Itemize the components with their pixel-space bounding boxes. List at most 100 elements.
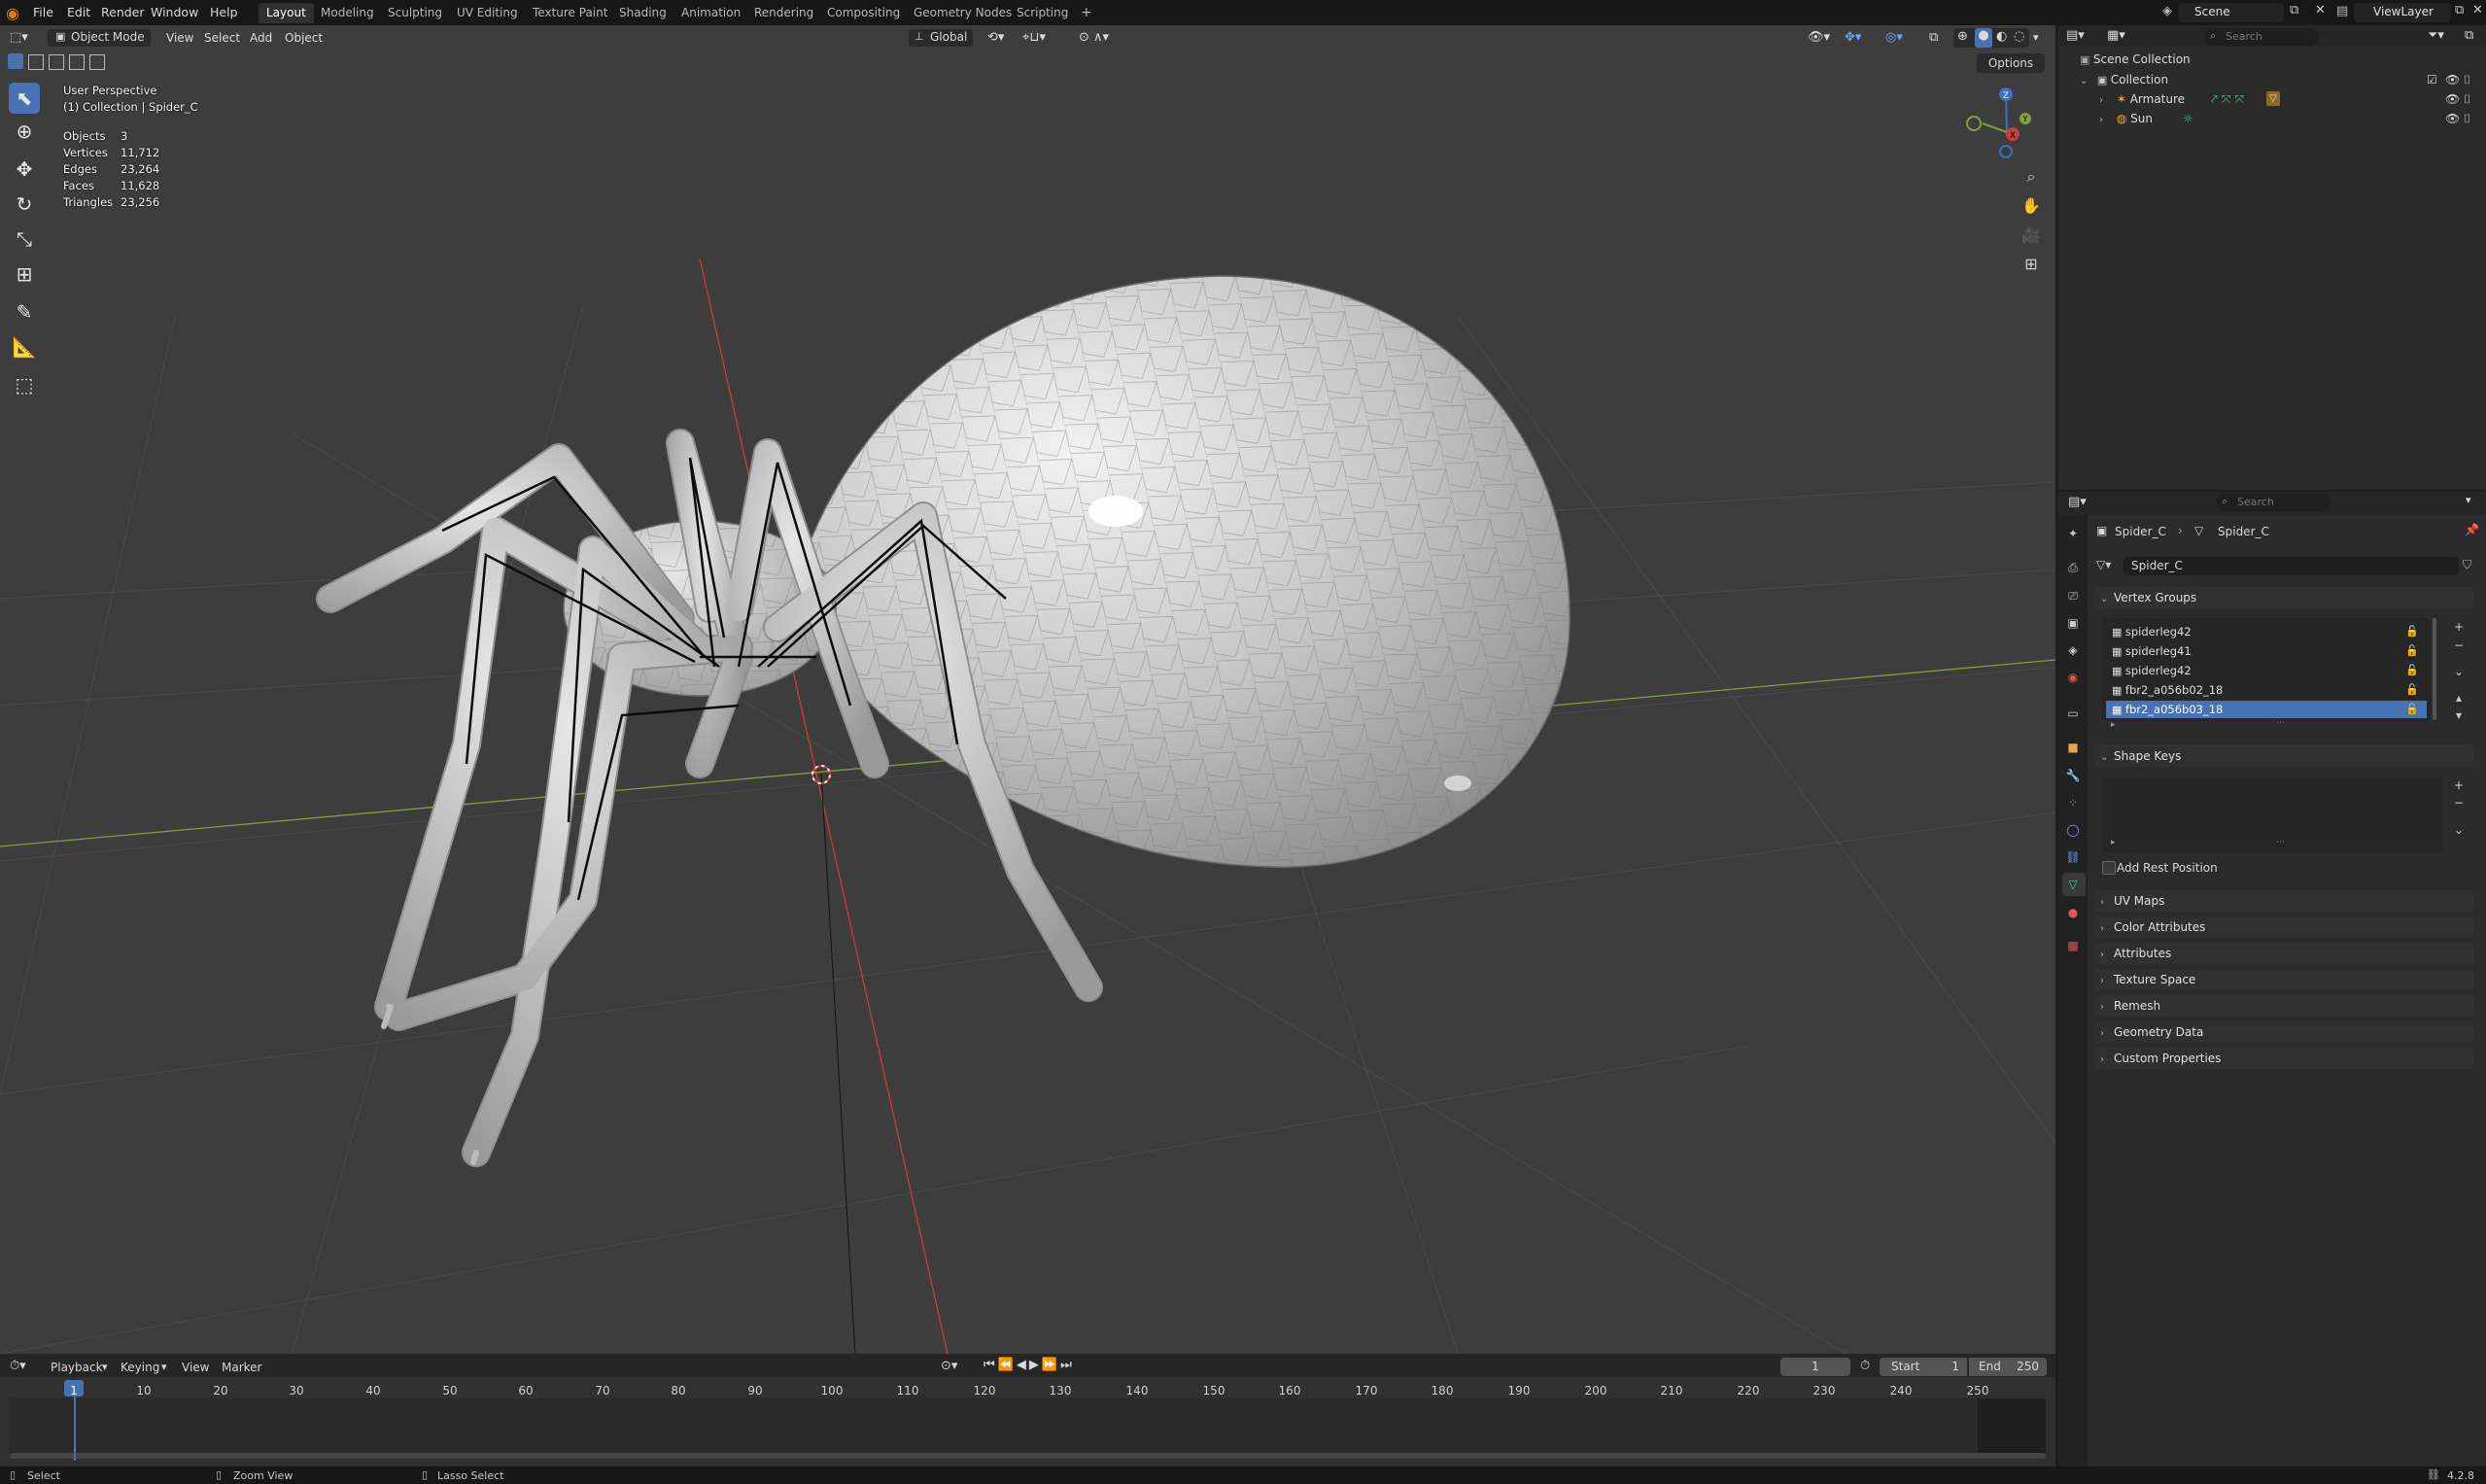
new-view-layer-icon[interactable]: ⧉ [2455, 3, 2464, 17]
move-tool-icon[interactable]: ✥ [9, 154, 40, 185]
custom-properties-panel-header[interactable]: › Custom Properties [2094, 1048, 2473, 1069]
display-mode-icon[interactable]: ▦▾ [2107, 28, 2125, 43]
proportional-edit-icon[interactable]: ⊙ ∧▾ [1079, 28, 1109, 48]
modifier-tab-icon[interactable]: 🔧 [2064, 767, 2082, 784]
cursor-tool-icon[interactable]: ⊕ [9, 116, 40, 147]
menu-marker[interactable]: Marker [222, 1361, 261, 1374]
vertex-group-row-selected[interactable]: ▦ fbr2_a056b03_18 🔓 [2106, 701, 2427, 718]
outliner-scene-collection[interactable]: ▣ Scene Collection [2080, 50, 2191, 69]
visibility-icon[interactable]: 👁▾ [1808, 28, 1830, 48]
shape-key-specials-button[interactable]: ⌄ [2451, 822, 2467, 838]
geometry-data-panel-header[interactable]: › Geometry Data [2094, 1021, 2473, 1043]
eye-icon[interactable]: 👁 [2445, 70, 2460, 89]
lock-icon[interactable]: 🔓 [2405, 701, 2419, 718]
viewport-scene[interactable]: Z X Y [0, 25, 2055, 1354]
gizmo-toggle-icon[interactable]: ✥▾ [1845, 28, 1861, 48]
list-filter-toggle-icon[interactable]: ▸ [2111, 720, 2116, 730]
menu-edit[interactable]: Edit [67, 3, 90, 22]
remove-shape-key-button[interactable]: − [2451, 795, 2467, 811]
playback-controls[interactable]: ⏮⏪◀▶⏩⏭ [984, 1358, 1075, 1372]
outliner-item-sun[interactable]: › ◍ Sun ☼ 👁 ⌷ [2099, 109, 2478, 128]
measure-tool-icon[interactable]: 📐 [9, 331, 40, 362]
start-frame-field[interactable]: Start 1 [1880, 1358, 1967, 1376]
expand-chevron-icon[interactable]: ⌄ [2080, 72, 2093, 91]
select-intersect-icon[interactable] [89, 54, 105, 70]
move-up-button[interactable]: ▴ [2451, 690, 2467, 706]
menu-help[interactable]: Help [210, 3, 238, 22]
camera-render-icon[interactable]: ⌷ [2464, 109, 2470, 128]
object-tab-icon[interactable]: ■ [2064, 739, 2082, 756]
shading-options-icon[interactable]: ▾ [2033, 28, 2039, 48]
vertex-groups-panel-header[interactable]: ⌄ Vertex Groups [2094, 587, 2473, 608]
vertex-group-row[interactable]: ▦ spiderleg42 🔓 [2106, 662, 2427, 679]
render-tab-icon[interactable]: ⎙ [2064, 559, 2082, 576]
texture-space-panel-header[interactable]: › Texture Space [2094, 969, 2473, 990]
add-vertex-group-button[interactable]: + [2451, 619, 2467, 635]
tab-sculpting[interactable]: Sculpting [380, 3, 450, 23]
material-tab-icon[interactable]: ● [2064, 904, 2082, 921]
uv-maps-panel-header[interactable]: › UV Maps [2094, 890, 2473, 912]
mode-selector[interactable]: ▣ Object Mode [47, 28, 152, 48]
preview-range-icon[interactable]: ⏱ [1860, 1359, 1870, 1373]
select-box-tool-icon[interactable]: ⬉ [9, 83, 40, 114]
blender-logo-icon[interactable]: ◉ [6, 4, 19, 22]
lock-icon[interactable]: 🔓 [2405, 623, 2419, 640]
end-frame-field[interactable]: End 250 [1969, 1358, 2047, 1376]
shape-keys-panel-header[interactable]: ⌄ Shape Keys [2094, 745, 2473, 767]
add-rest-position-checkbox[interactable] [2102, 861, 2116, 875]
tab-texture-paint[interactable]: Texture Paint [525, 3, 615, 23]
tab-modeling[interactable]: Modeling [313, 3, 382, 23]
lock-icon[interactable]: 🔓 [2405, 642, 2419, 660]
scene-tab-icon[interactable]: ◈ [2064, 641, 2082, 659]
pan-hand-icon[interactable]: ✋ [2019, 192, 2044, 218]
select-subtract-icon[interactable] [49, 54, 64, 70]
timeline-editor-type-icon[interactable]: ⏱▾ [10, 1359, 26, 1373]
menu-render[interactable]: Render [101, 3, 145, 22]
view-layer-selector[interactable]: ViewLayer [2354, 3, 2451, 22]
delete-scene-icon[interactable]: ✕ [2315, 3, 2326, 17]
tab-scripting[interactable]: Scripting [1009, 3, 1076, 23]
material-shading-icon[interactable]: ◐ [1996, 29, 2007, 44]
output-tab-icon[interactable]: ⎚ [2064, 587, 2082, 604]
constraints-tab-icon[interactable]: ⛓ [2064, 848, 2082, 866]
tab-uv-editing[interactable]: UV Editing [449, 3, 526, 23]
world-tab-icon[interactable]: ◉ [2064, 669, 2082, 686]
select-extend-icon[interactable] [28, 54, 44, 70]
tab-shading[interactable]: Shading [611, 3, 674, 23]
annotate-tool-icon[interactable]: ✎ [9, 296, 40, 328]
tab-geometry-nodes[interactable]: Geometry Nodes [906, 3, 1019, 23]
mesh-datablock-icon[interactable]: ▽▾ [2096, 558, 2111, 571]
vertex-group-row[interactable]: ▦ spiderleg42 🔓 [2106, 623, 2427, 640]
menu-keying[interactable]: Keying [121, 1361, 159, 1374]
menu-object[interactable]: Object [285, 28, 323, 48]
menu-add[interactable]: Add [250, 28, 272, 48]
delete-view-layer-icon[interactable]: ✕ [2472, 3, 2483, 17]
outliner-search-input[interactable]: ⌕ Search [2204, 28, 2319, 46]
remove-vertex-group-button[interactable]: − [2451, 638, 2467, 653]
tab-rendering[interactable]: Rendering [746, 3, 821, 23]
transform-tool-icon[interactable]: ⊞ [9, 259, 40, 290]
current-frame-field[interactable]: 1 [1780, 1358, 1850, 1376]
rendered-shading-icon[interactable]: ◌ [2014, 29, 2024, 44]
vertex-group-specials-button[interactable]: ⌄ [2451, 664, 2467, 679]
scale-tool-icon[interactable]: ⤡ [9, 224, 40, 255]
collection-checkbox-icon[interactable]: ☑ [2427, 70, 2437, 89]
wireframe-shading-icon[interactable]: ⊕ [1957, 29, 1968, 44]
snap-icon[interactable]: ⌖⊔▾ [1022, 28, 1046, 48]
tab-layout[interactable]: Layout [259, 3, 314, 23]
camera-view-icon[interactable]: 🎥 [2019, 222, 2044, 247]
eye-icon[interactable]: 👁 [2445, 89, 2460, 109]
3d-viewport[interactable]: Z X Y User Perspective (1) Collection | … [0, 25, 2055, 1354]
tab-compositing[interactable]: Compositing [819, 3, 908, 23]
color-attributes-panel-header[interactable]: › Color Attributes [2094, 916, 2473, 938]
tool-tab-icon[interactable]: ✦ [2064, 525, 2082, 542]
list-resize-grip[interactable]: ⋯ [2276, 718, 2285, 728]
particles-tab-icon[interactable]: ⁘ [2064, 794, 2082, 811]
xray-icon[interactable]: ⧉ [1929, 28, 1938, 48]
new-scene-icon[interactable]: ⧉ [2290, 3, 2298, 17]
menu-view[interactable]: View [166, 28, 193, 48]
options-button[interactable]: Options [1977, 53, 2045, 73]
tab-animation[interactable]: Animation [673, 3, 748, 23]
add-workspace-button[interactable]: + [1073, 3, 1100, 23]
texture-tab-icon[interactable]: ▩ [2064, 937, 2082, 954]
